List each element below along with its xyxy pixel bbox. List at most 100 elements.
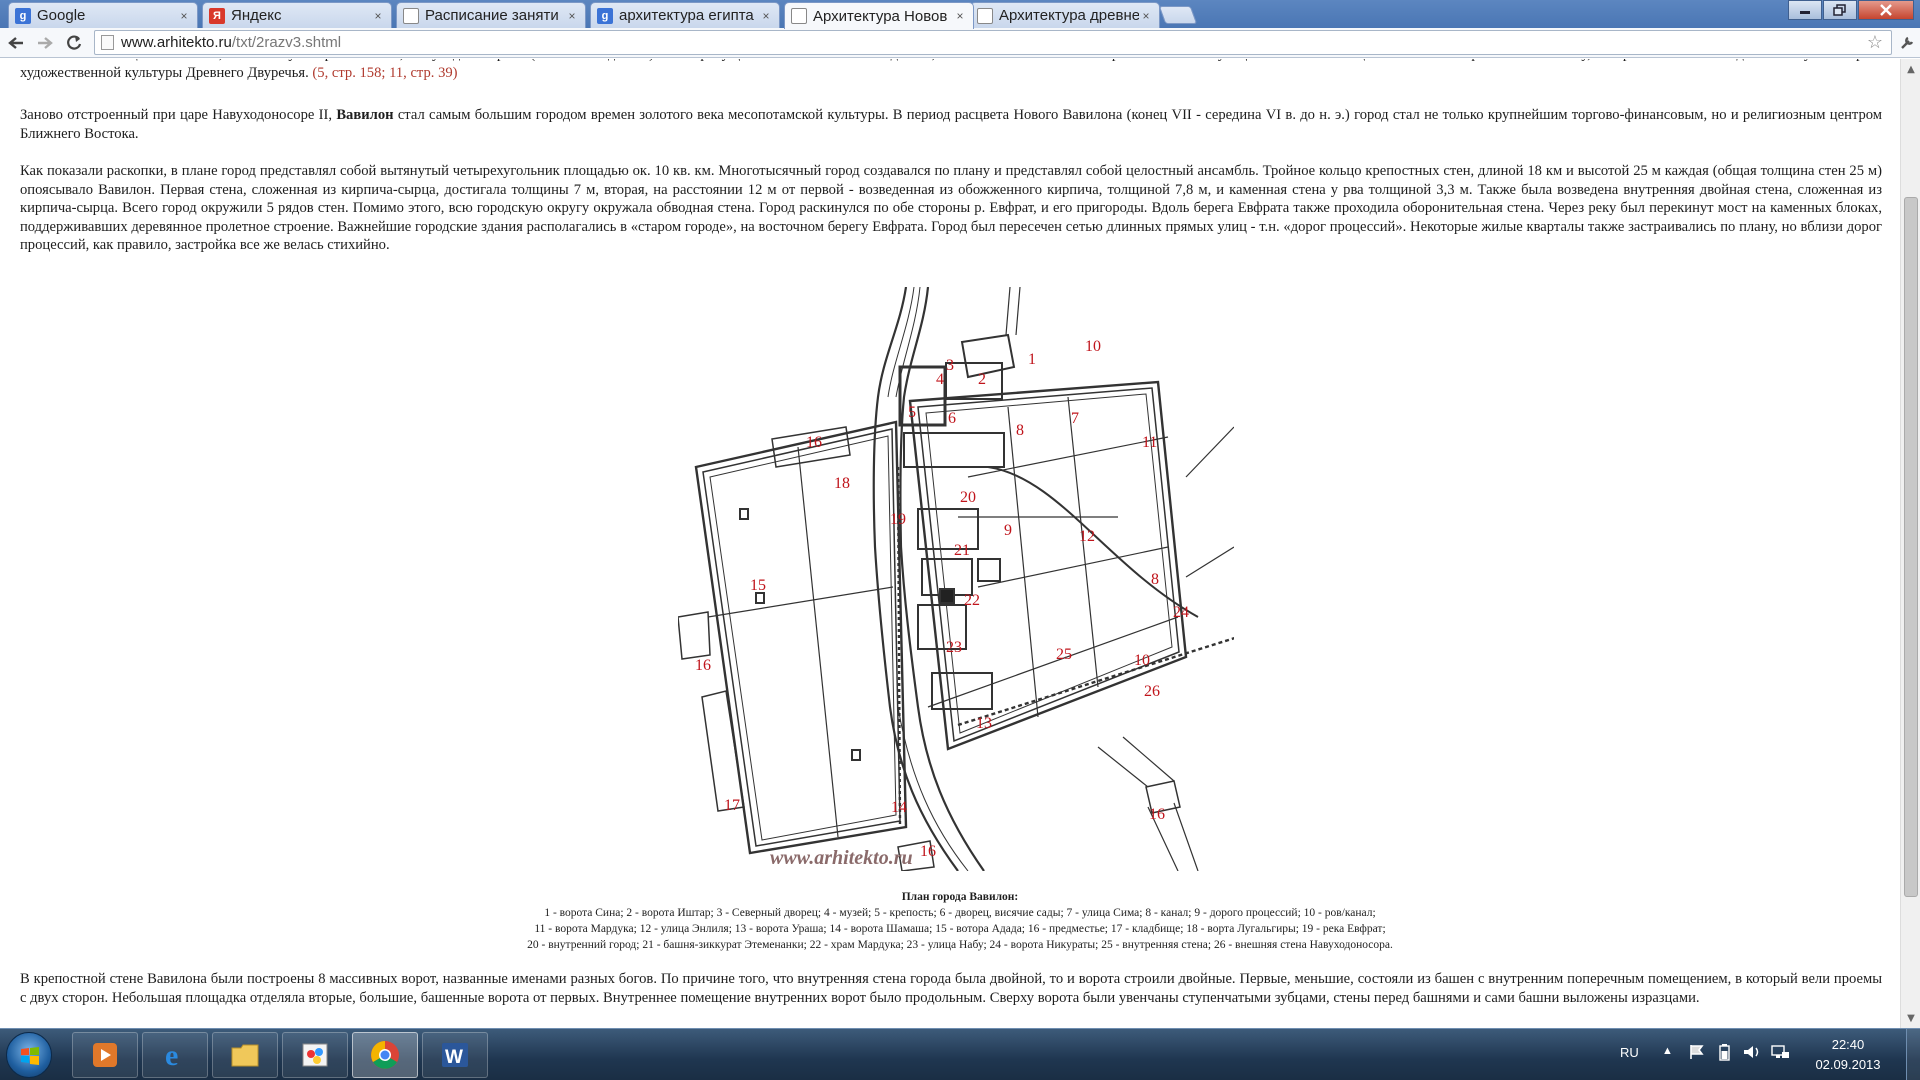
tab-label: Архитектура Новов <box>813 7 948 25</box>
wrench-menu-icon[interactable] <box>1897 32 1917 54</box>
paragraph-excavations: Как показали раскопки, в плане город пре… <box>20 163 1882 254</box>
vertical-scrollbar[interactable]: ▲ ▼ <box>1900 59 1920 1028</box>
paragraph-text: особенно в столице - Вавилоне, началось … <box>20 59 1882 81</box>
tab-label: Расписание заняти <box>425 7 559 24</box>
doc-icon <box>791 8 807 24</box>
doc-icon <box>977 7 993 24</box>
tab-label: Архитектура древне <box>999 7 1139 24</box>
doc-icon <box>403 7 419 24</box>
svg-text:11: 11 <box>1142 434 1157 451</box>
minimize-button[interactable] <box>1788 0 1822 20</box>
close-icon <box>1880 4 1892 16</box>
close-tab-icon[interactable]: × <box>177 9 191 23</box>
paragraph-gates: В крепостной стене Вавилона были построе… <box>20 971 1882 1006</box>
new-tab-button[interactable] <box>1158 6 1198 24</box>
g-icon: g <box>15 7 31 24</box>
tab-ancient-architecture[interactable]: Архитектура древне × <box>970 2 1160 28</box>
babylon-city-plan: 1 2 3 4 5 6 7 8 8 9 10 10 11 12 13 14 15… <box>677 286 1239 872</box>
minimize-icon <box>1800 11 1810 14</box>
word-icon: W <box>442 1043 468 1068</box>
tab-google[interactable]: g Google × <box>8 2 198 28</box>
chrome-icon <box>371 1041 399 1069</box>
svg-text:8: 8 <box>1151 571 1159 588</box>
svg-text:24: 24 <box>1173 604 1189 621</box>
close-tab-icon[interactable]: × <box>371 9 385 23</box>
plan-watermark: www.arhitekto.ru <box>770 847 913 869</box>
caption-line: 20 - внутренний город; 21 - башня-зиккур… <box>527 939 1393 951</box>
close-tab-icon[interactable]: × <box>1139 9 1153 23</box>
taskbar-explorer[interactable] <box>212 1032 278 1078</box>
reference-link[interactable]: (5, стр. 158; 11, стр. 39) <box>312 65 457 81</box>
language-indicator[interactable]: RU <box>1620 1045 1639 1060</box>
tab-label: Google <box>37 7 86 24</box>
caption-line: 11 - ворота Мардука; 12 - улица Энлиля; … <box>534 923 1386 935</box>
back-button[interactable] <box>5 32 27 54</box>
svg-text:16: 16 <box>920 843 936 860</box>
svg-text:10: 10 <box>1085 338 1101 355</box>
svg-text:22: 22 <box>964 592 980 609</box>
page-content: особенно в столице - Вавилоне, началось … <box>0 59 1900 1028</box>
system-clock[interactable]: 22:40 02.09.2013 <box>1808 1035 1888 1075</box>
media-player-icon <box>93 1043 117 1067</box>
forward-arrow-icon <box>38 37 53 49</box>
address-bar[interactable]: www.arhitekto.ru/txt/2razv3.shtml ☆ <box>94 30 1892 55</box>
svg-text:6: 6 <box>948 410 956 427</box>
battery-icon[interactable] <box>1716 1043 1734 1064</box>
clock-time: 22:40 <box>1831 1037 1865 1052</box>
city-plan-drawing: 1 2 3 4 5 6 7 8 8 9 10 10 11 12 13 14 15… <box>677 286 1239 872</box>
windows-logo-icon <box>21 1047 39 1065</box>
start-button[interactable] <box>6 1032 52 1078</box>
paragraph-intro: особенно в столице - Вавилоне, началось … <box>20 59 1882 82</box>
url-path: /txt/2razv3.shtml <box>231 34 342 51</box>
forward-button[interactable] <box>34 32 56 54</box>
svg-text:10: 10 <box>1134 652 1150 669</box>
windows-taskbar: e W RU ▲ 22:40 02.09.2013 <box>0 1028 1920 1080</box>
paragraph-babylon: Заново отстроенный при царе Навуходоносо… <box>20 106 1882 143</box>
taskbar-internet-explorer[interactable]: e <box>142 1032 208 1078</box>
close-tab-icon[interactable]: × <box>953 9 967 23</box>
svg-text:7: 7 <box>1071 410 1079 427</box>
svg-text:18: 18 <box>834 475 850 492</box>
taskbar-paint[interactable] <box>282 1032 348 1078</box>
svg-text:8: 8 <box>1016 422 1024 439</box>
url-host: www.arhitekto.ru <box>121 34 232 51</box>
paragraph-text: Заново отстроенный при царе Навуходоносо… <box>20 107 333 123</box>
show-hidden-icons-icon[interactable]: ▲ <box>1662 1045 1673 1057</box>
close-tab-icon[interactable]: × <box>759 9 773 23</box>
svg-text:16: 16 <box>1149 806 1165 823</box>
close-window-button[interactable] <box>1858 0 1914 20</box>
svg-text:20: 20 <box>960 489 976 506</box>
taskbar-word[interactable]: W <box>422 1032 488 1078</box>
action-center-flag-icon[interactable] <box>1688 1043 1706 1064</box>
scroll-thumb[interactable] <box>1904 197 1918 897</box>
tab-yandex[interactable]: Я Яндекс × <box>202 2 392 28</box>
svg-text:15: 15 <box>750 577 766 594</box>
bookmark-star-icon[interactable]: ☆ <box>1867 32 1883 53</box>
reload-button[interactable] <box>63 32 85 54</box>
close-tab-icon[interactable]: × <box>565 9 579 23</box>
svg-text:3: 3 <box>946 357 954 374</box>
restore-button[interactable] <box>1823 0 1857 20</box>
browser-toolbar: www.arhitekto.ru/txt/2razv3.shtml ☆ <box>0 28 1920 58</box>
tab-new-babylon-architecture[interactable]: Архитектура Новов × <box>784 2 974 29</box>
svg-text:1: 1 <box>1028 351 1036 368</box>
tab-schedule[interactable]: Расписание заняти × <box>396 2 586 28</box>
scroll-up-arrow-icon[interactable]: ▲ <box>1903 61 1919 77</box>
svg-text:25: 25 <box>1056 646 1072 663</box>
network-icon[interactable] <box>1770 1043 1790 1064</box>
svg-text:12: 12 <box>1079 528 1095 545</box>
tab-label: Яндекс <box>231 7 282 24</box>
tab-egypt-architecture[interactable]: g архитектура египта × <box>590 2 780 28</box>
show-desktop-button[interactable] <box>1906 1029 1920 1080</box>
back-arrow-icon <box>8 37 23 49</box>
volume-icon[interactable] <box>1742 1043 1762 1064</box>
svg-text:19: 19 <box>890 511 906 528</box>
svg-text:14: 14 <box>891 799 907 816</box>
taskbar-media-player[interactable] <box>72 1032 138 1078</box>
taskbar-chrome[interactable] <box>352 1032 418 1078</box>
svg-text:16: 16 <box>806 434 822 451</box>
scroll-down-arrow-icon[interactable]: ▼ <box>1903 1010 1919 1026</box>
svg-text:17: 17 <box>724 797 740 814</box>
bold-term: Вавилон <box>336 107 394 123</box>
svg-text:23: 23 <box>946 639 962 656</box>
